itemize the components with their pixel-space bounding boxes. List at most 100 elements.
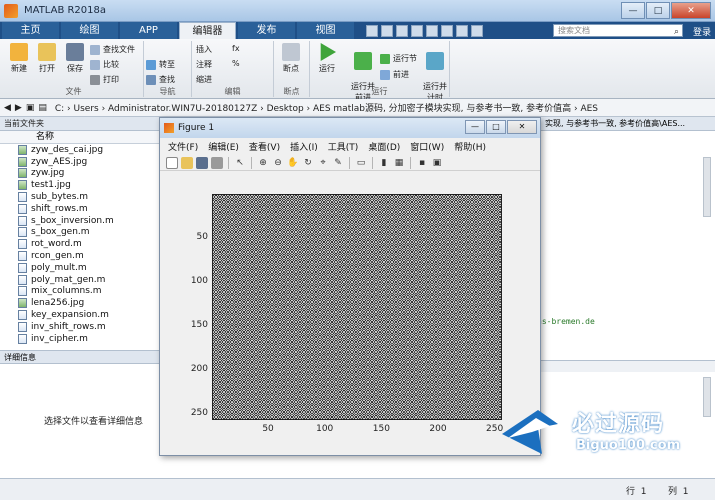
- figure-maximize-button[interactable]: □: [486, 120, 506, 134]
- file-list-item[interactable]: key_expansion.m: [0, 309, 160, 321]
- run-button[interactable]: 运行: [314, 43, 340, 74]
- file-list-item[interactable]: poly_mult.m: [0, 262, 160, 274]
- menu-view[interactable]: 查看(V): [249, 140, 280, 153]
- open-button[interactable]: 打开: [34, 43, 60, 74]
- hide-tools-icon[interactable]: ▪: [416, 157, 428, 169]
- up-folder-icon[interactable]: ▣: [26, 103, 35, 113]
- m-file-icon: [18, 192, 27, 203]
- navigate-group-label: 导航: [159, 87, 176, 96]
- find-button[interactable]: 查找: [146, 74, 175, 85]
- run-section-button[interactable]: 运行节: [380, 53, 417, 64]
- minimize-button[interactable]: —: [621, 2, 645, 19]
- print-figure-icon[interactable]: [211, 156, 223, 169]
- file-list-item[interactable]: zyw_des_cai.jpg: [0, 144, 160, 156]
- pan-icon[interactable]: ✋: [287, 157, 299, 169]
- tab-view[interactable]: 视图: [297, 22, 354, 39]
- tab-editor[interactable]: 编辑器: [179, 22, 236, 39]
- menu-desktop[interactable]: 桌面(D): [368, 140, 400, 153]
- search-icon[interactable]: ⌕: [674, 26, 679, 38]
- percent-icon[interactable]: %: [232, 59, 240, 68]
- fx-button[interactable]: fx: [232, 44, 240, 53]
- save-button[interactable]: 保存: [62, 43, 88, 74]
- image-axes[interactable]: [212, 194, 502, 420]
- print-button[interactable]: 打印: [90, 74, 119, 85]
- compare-button[interactable]: 比较: [90, 59, 119, 70]
- file-list-item[interactable]: lena256.jpg: [0, 297, 160, 309]
- quick-undo-icon[interactable]: [426, 24, 438, 37]
- tab-home[interactable]: 主页: [2, 22, 59, 39]
- pointer-icon[interactable]: ↖: [234, 157, 246, 169]
- zoom-in-icon[interactable]: ⊕: [257, 157, 269, 169]
- new-figure-icon[interactable]: [166, 156, 178, 169]
- find-files-button[interactable]: 查找文件: [90, 44, 135, 55]
- login-link[interactable]: 登录: [693, 25, 711, 38]
- quick-cut-icon[interactable]: [381, 24, 393, 37]
- maximize-button[interactable]: □: [646, 2, 670, 19]
- quick-paste-icon[interactable]: [411, 24, 423, 37]
- file-list-item[interactable]: s_box_gen.m: [0, 227, 160, 239]
- colorbar-icon[interactable]: ▮: [378, 157, 390, 169]
- editor-scrollbar[interactable]: [703, 157, 711, 217]
- quick-switch-icon[interactable]: [456, 24, 468, 37]
- menu-edit[interactable]: 编辑(E): [208, 140, 239, 153]
- figure-window[interactable]: Figure 1 — □ ✕ 文件(F) 编辑(E) 查看(V) 插入(I) 工…: [159, 117, 541, 456]
- data-cursor-icon[interactable]: ⌖: [317, 157, 329, 169]
- file-list-item[interactable]: test1.jpg: [0, 179, 160, 191]
- file-list-item[interactable]: rot_word.m: [0, 238, 160, 250]
- link-plot-icon[interactable]: ▭: [355, 157, 367, 169]
- file-list-item[interactable]: sub_bytes.m: [0, 191, 160, 203]
- current-path[interactable]: C: › Users › Administrator.WIN7U-2018012…: [55, 101, 598, 114]
- indent-button[interactable]: 缩进: [196, 74, 212, 85]
- menu-file[interactable]: 文件(F): [168, 140, 198, 153]
- advance-button[interactable]: 前进: [380, 69, 409, 80]
- quick-redo-icon[interactable]: [441, 24, 453, 37]
- tab-apps[interactable]: APP: [120, 22, 177, 39]
- file-list-item[interactable]: poly_mat_gen.m: [0, 274, 160, 286]
- rotate-icon[interactable]: ↻: [302, 157, 314, 169]
- brush-icon[interactable]: ✎: [332, 157, 344, 169]
- file-list-item[interactable]: inv_cipher.m: [0, 333, 160, 345]
- tab-plots[interactable]: 绘图: [61, 22, 118, 39]
- save-figure-icon[interactable]: [196, 156, 208, 169]
- figure-window-controls: — □ ✕: [465, 120, 537, 134]
- file-list-item[interactable]: shift_rows.m: [0, 203, 160, 215]
- advance-icon: [380, 69, 390, 80]
- x-tick-label: 100: [316, 424, 334, 434]
- folder-open-icon: [38, 43, 56, 61]
- zoom-out-icon[interactable]: ⊖: [272, 157, 284, 169]
- legend-icon[interactable]: ▦: [393, 157, 405, 169]
- back-icon[interactable]: ◀: [4, 103, 11, 113]
- column-name-header[interactable]: 名称: [0, 131, 160, 144]
- browse-folder-icon[interactable]: ▤: [38, 103, 47, 113]
- file-list-item[interactable]: rcon_gen.m: [0, 250, 160, 262]
- file-list-item[interactable]: inv_shift_rows.m: [0, 321, 160, 333]
- figure-minimize-button[interactable]: —: [465, 120, 485, 134]
- menu-tools[interactable]: 工具(T): [328, 140, 359, 153]
- file-list-item[interactable]: zyw.jpg: [0, 168, 160, 180]
- file-list-item[interactable]: zyw_AES.jpg: [0, 156, 160, 168]
- file-list-item[interactable]: s_box_inversion.m: [0, 215, 160, 227]
- forward-icon[interactable]: ▶: [15, 103, 22, 113]
- breakpoints-group-label: 断点: [283, 87, 300, 96]
- figure-close-button[interactable]: ✕: [507, 120, 537, 134]
- file-list-item[interactable]: mix_columns.m: [0, 286, 160, 298]
- menu-help[interactable]: 帮助(H): [454, 140, 486, 153]
- close-button[interactable]: ✕: [671, 2, 711, 19]
- menu-window[interactable]: 窗口(W): [410, 140, 444, 153]
- details-message: 选择文件以查看详细信息: [44, 417, 144, 427]
- tab-publish[interactable]: 发布: [238, 22, 295, 39]
- goto-button[interactable]: 转至: [146, 59, 175, 70]
- image-file-icon: [18, 298, 27, 309]
- quick-help-icon[interactable]: [471, 24, 483, 37]
- menu-insert[interactable]: 插入(I): [290, 140, 318, 153]
- file-name: lena256.jpg: [31, 298, 85, 309]
- comment-button[interactable]: 注释: [196, 59, 212, 70]
- quick-copy-icon[interactable]: [396, 24, 408, 37]
- new-button[interactable]: 新建: [6, 43, 32, 74]
- breakpoints-button[interactable]: 断点: [278, 43, 304, 74]
- show-tools-icon[interactable]: ▣: [431, 157, 443, 169]
- search-docs-input[interactable]: 搜索文档 ⌕: [553, 24, 683, 37]
- quick-save-icon[interactable]: [366, 24, 378, 37]
- open-file-icon[interactable]: [181, 156, 193, 169]
- insert-button[interactable]: 插入: [196, 44, 212, 55]
